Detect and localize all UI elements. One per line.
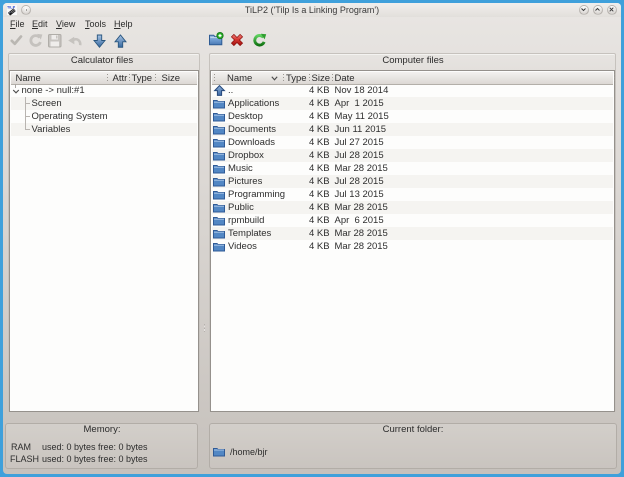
svg-text:TiLP: TiLP [7,6,16,10]
